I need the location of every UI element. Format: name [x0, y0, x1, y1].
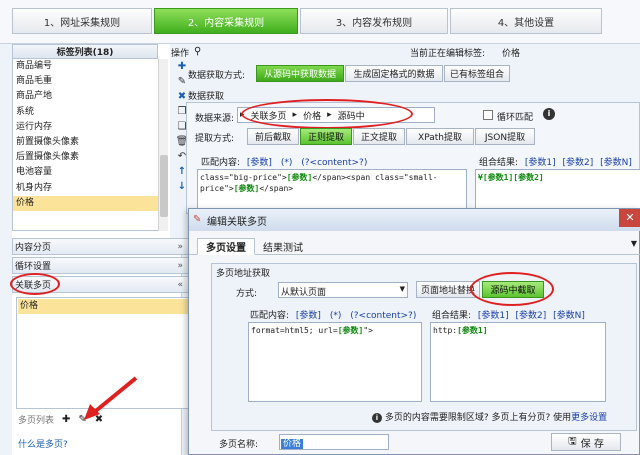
- match-param-insert[interactable]: [参数]: [247, 158, 272, 168]
- extract-json[interactable]: JSON提取: [475, 128, 535, 145]
- chevron-down-icon: »: [177, 260, 183, 271]
- section-title: 多页地址获取: [216, 269, 271, 279]
- multipage-dialog: ✎ 编辑关联多页 ✕ 多页设置 结果测试 ▼ 多页地址获取 方式: 从默认页面 …: [188, 208, 640, 455]
- tag-item[interactable]: 机身内存: [13, 181, 158, 196]
- data-section: 数据来源: ▸ 关联多页 ▸ 价格 ▸ 源码中 循环匹配 i 提取方式: 前后截取 正…: [186, 99, 640, 214]
- step-publish-rules[interactable]: 3、内容发布规则: [300, 8, 448, 34]
- combine-paramN[interactable]: [参数N]: [553, 311, 585, 321]
- step-bar: 1、网址采集规则 2、内容采集规则 3、内容发布规则 4、其他设置: [0, 0, 640, 44]
- save-button[interactable]: 🖫 保 存: [551, 433, 621, 451]
- extract-before-after[interactable]: 前后截取: [247, 128, 299, 145]
- tag-item[interactable]: 商品毛重: [13, 74, 158, 89]
- editing-tag: 价格: [502, 49, 521, 59]
- match-content-insert[interactable]: (?<content>?): [301, 158, 367, 168]
- editing-status: ⚲ 当前正在编辑标签: 价格: [194, 46, 634, 60]
- tag-item[interactable]: 商品产地: [13, 89, 158, 104]
- match-content-textarea[interactable]: class="big-price">[参数]</span><span class…: [197, 169, 467, 209]
- more-settings-link[interactable]: 更多设置: [571, 413, 607, 423]
- combine-result-textarea[interactable]: ¥[参数1][参数2]: [475, 169, 640, 209]
- add-icon[interactable]: ✚: [62, 414, 70, 425]
- tag-item[interactable]: 后置摄像头像素: [13, 150, 158, 165]
- tag-item-selected[interactable]: 价格: [13, 195, 158, 211]
- combine-label: 组合结果: [参数1] [参数2] [参数N]: [479, 158, 632, 168]
- tag-item[interactable]: 运行内存: [13, 120, 158, 135]
- dialog-title: 编辑关联多页: [207, 216, 267, 228]
- address-section: 多页地址获取 方式: 从默认页面 ▼ 页面地址替换 源码中截取 匹配内容: [参…: [211, 263, 637, 431]
- method-label: 方式:: [236, 289, 258, 299]
- chevron-up-icon: «: [177, 279, 183, 290]
- combine-param1[interactable]: [参数1]: [478, 311, 509, 321]
- tag-list: 商品编号 商品毛重 商品产地 系统 运行内存 前置摄像头像素 后置摄像头像素 电…: [12, 59, 158, 231]
- close-icon[interactable]: ✕: [619, 209, 640, 227]
- extract-label: 提取方式:: [195, 134, 235, 144]
- dialog-title-bar: ✎ 编辑关联多页 ✕: [189, 209, 640, 231]
- scroll-thumb[interactable]: [160, 155, 168, 217]
- match-content-textarea[interactable]: format=html5; url=[参数]">: [248, 322, 422, 402]
- combine-param2[interactable]: [参数2]: [516, 311, 547, 321]
- editing-label: 当前正在编辑标签:: [410, 49, 486, 59]
- caret-down-icon[interactable]: ▼: [631, 239, 637, 248]
- method-select[interactable]: 从默认页面 ▼: [278, 282, 408, 298]
- tag-item[interactable]: 前置摄像头像素: [13, 135, 158, 150]
- data-source-label: 数据来源:: [195, 114, 235, 124]
- step-other-settings[interactable]: 4、其他设置: [450, 8, 602, 34]
- loop-match-checkbox[interactable]: [483, 110, 493, 120]
- red-arrow-icon: [84, 376, 138, 420]
- highlight-oval: [470, 272, 554, 306]
- combine-param2[interactable]: [参数2]: [563, 158, 594, 168]
- match-content-insert[interactable]: (?<content>?): [350, 311, 416, 321]
- step-content-rules[interactable]: 2、内容采集规则: [154, 8, 298, 34]
- fetch-mode-combine[interactable]: 已有标签组合: [444, 65, 510, 82]
- combine-param1[interactable]: [参数1]: [525, 158, 556, 168]
- save-icon: 🖫: [568, 435, 577, 447]
- list-item[interactable]: 价格: [18, 299, 188, 314]
- fetch-mode-fixed[interactable]: 生成固定格式的数据: [345, 65, 443, 82]
- section-title: 数据获取: [188, 92, 225, 102]
- loop-match-label: 循环匹配: [497, 113, 534, 123]
- help-link[interactable]: 什么是多页?: [18, 437, 68, 450]
- extract-body[interactable]: 正文提取: [353, 128, 405, 145]
- info-icon[interactable]: i: [543, 108, 555, 120]
- name-input[interactable]: 价格: [279, 434, 389, 450]
- extract-regex[interactable]: 正则提取: [300, 128, 352, 145]
- step-url-rules[interactable]: 1、网址采集规则: [12, 8, 152, 34]
- chevron-down-icon: ▼: [399, 285, 405, 293]
- match-any-insert[interactable]: (*): [281, 158, 293, 168]
- fetch-mode-label: 数据获取方式:: [188, 71, 246, 81]
- tag-list-scrollbar[interactable]: [158, 59, 168, 231]
- extract-xpath[interactable]: XPath提取: [406, 128, 474, 145]
- edit-icon: ✎: [193, 214, 202, 225]
- accordion-content-paging[interactable]: 内容分页»: [12, 238, 192, 255]
- name-label: 多页名称:: [219, 440, 259, 450]
- tab-result-test[interactable]: 结果测试: [255, 238, 311, 255]
- tag-item[interactable]: 商品编号: [13, 59, 158, 74]
- tab-multipage-settings[interactable]: 多页设置: [197, 238, 255, 255]
- accordion-loop-settings[interactable]: 循环设置»: [12, 257, 192, 274]
- fetch-mode-source[interactable]: 从源码中获取数据: [256, 65, 344, 82]
- tag-list-title: 标签列表(18): [12, 44, 158, 59]
- combine-label: 组合结果: [参数1] [参数2] [参数N]: [432, 311, 585, 321]
- highlight-oval: [241, 99, 413, 129]
- match-any-insert[interactable]: (*): [330, 311, 342, 321]
- left-panel: 标签列表(18) 商品编号 商品毛重 商品产地 系统 运行内存 前置摄像头像素 …: [10, 44, 194, 455]
- match-param-insert[interactable]: [参数]: [296, 311, 321, 321]
- pin-icon: ⚲: [194, 46, 202, 57]
- tag-item[interactable]: 电池容量: [13, 165, 158, 180]
- combine-result-textarea[interactable]: http:[参数1]: [430, 322, 606, 402]
- dialog-tabs: 多页设置 结果测试 ▼: [189, 235, 640, 255]
- multipage-toolbar-label: 多页列表: [18, 415, 55, 426]
- match-label: 匹配内容: [参数] (*) (?<content>?): [250, 311, 417, 321]
- match-label: 匹配内容: [参数] (*) (?<content>?): [201, 158, 368, 168]
- highlight-oval: [10, 273, 60, 295]
- chevron-down-icon: »: [177, 241, 183, 252]
- tag-item[interactable]: 系统: [13, 105, 158, 120]
- info-icon: i: [372, 413, 382, 423]
- combine-paramN[interactable]: [参数N]: [600, 158, 632, 168]
- hint-text: i 多页的内容需要限制区域? 多页上有分页? 使用更多设置: [372, 410, 607, 423]
